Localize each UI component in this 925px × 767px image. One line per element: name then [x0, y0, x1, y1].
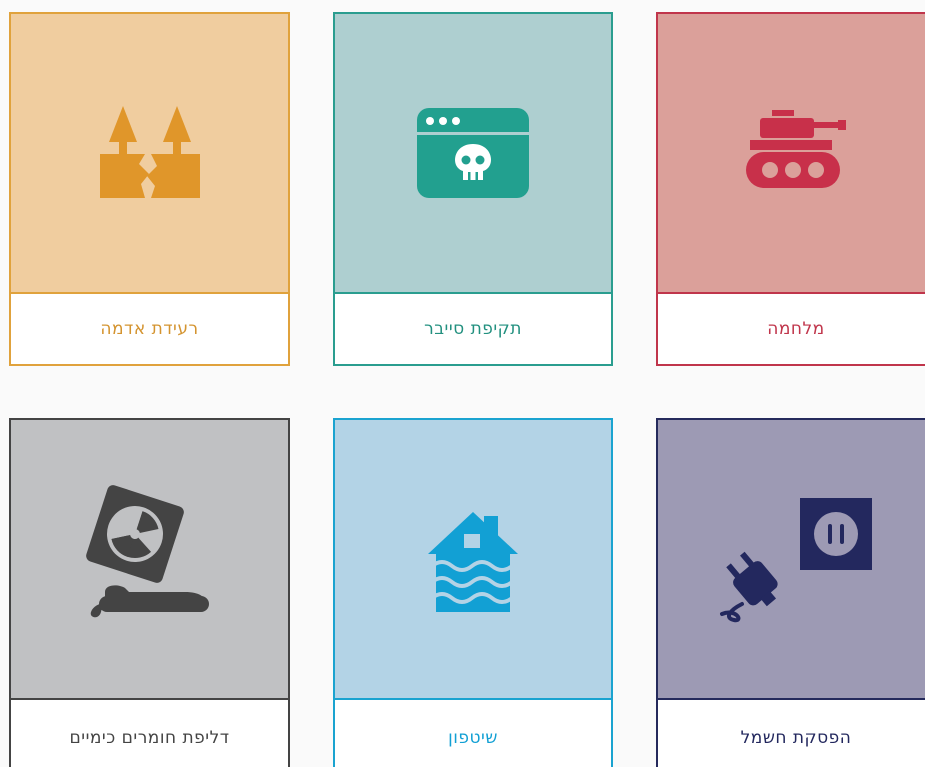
card-power-outage-label: הפסקת חשמל: [658, 698, 925, 767]
card-war-label: מלחמה: [658, 292, 925, 364]
power-outage-icon: [720, 498, 872, 623]
card-flood-label: שיטפון: [335, 698, 611, 767]
card-cyber-attack-art: [335, 14, 611, 292]
card-war[interactable]: מלחמה: [656, 12, 925, 366]
card-war-art: [658, 14, 925, 292]
card-flood[interactable]: שיטפון: [333, 418, 613, 767]
card-cyber-attack[interactable]: תקיפת סייבר: [333, 12, 613, 366]
card-earthquake[interactable]: רעידת אדמה: [9, 12, 290, 366]
tank-icon: [746, 110, 846, 188]
flood-icon: [428, 512, 518, 612]
chemical-leak-icon: [85, 485, 209, 618]
card-chemical-leak-art: [11, 420, 288, 698]
card-flood-art: [335, 420, 611, 698]
card-earthquake-art: [11, 14, 288, 292]
card-power-outage-art: [658, 420, 925, 698]
card-chemical-leak-label: דליפת חומרים כימיים: [11, 698, 288, 767]
card-cyber-attack-label: תקיפת סייבר: [335, 292, 611, 364]
card-chemical-leak[interactable]: דליפת חומרים כימיים: [9, 418, 290, 767]
disaster-grid: רעידת אדמה תקיפת סייבר מלחמה דליפת חומרי…: [0, 0, 925, 767]
card-power-outage[interactable]: הפסקת חשמל: [656, 418, 925, 767]
cyber-attack-icon: [417, 108, 529, 198]
card-earthquake-label: רעידת אדמה: [11, 292, 288, 364]
earthquake-icon: [99, 106, 200, 198]
